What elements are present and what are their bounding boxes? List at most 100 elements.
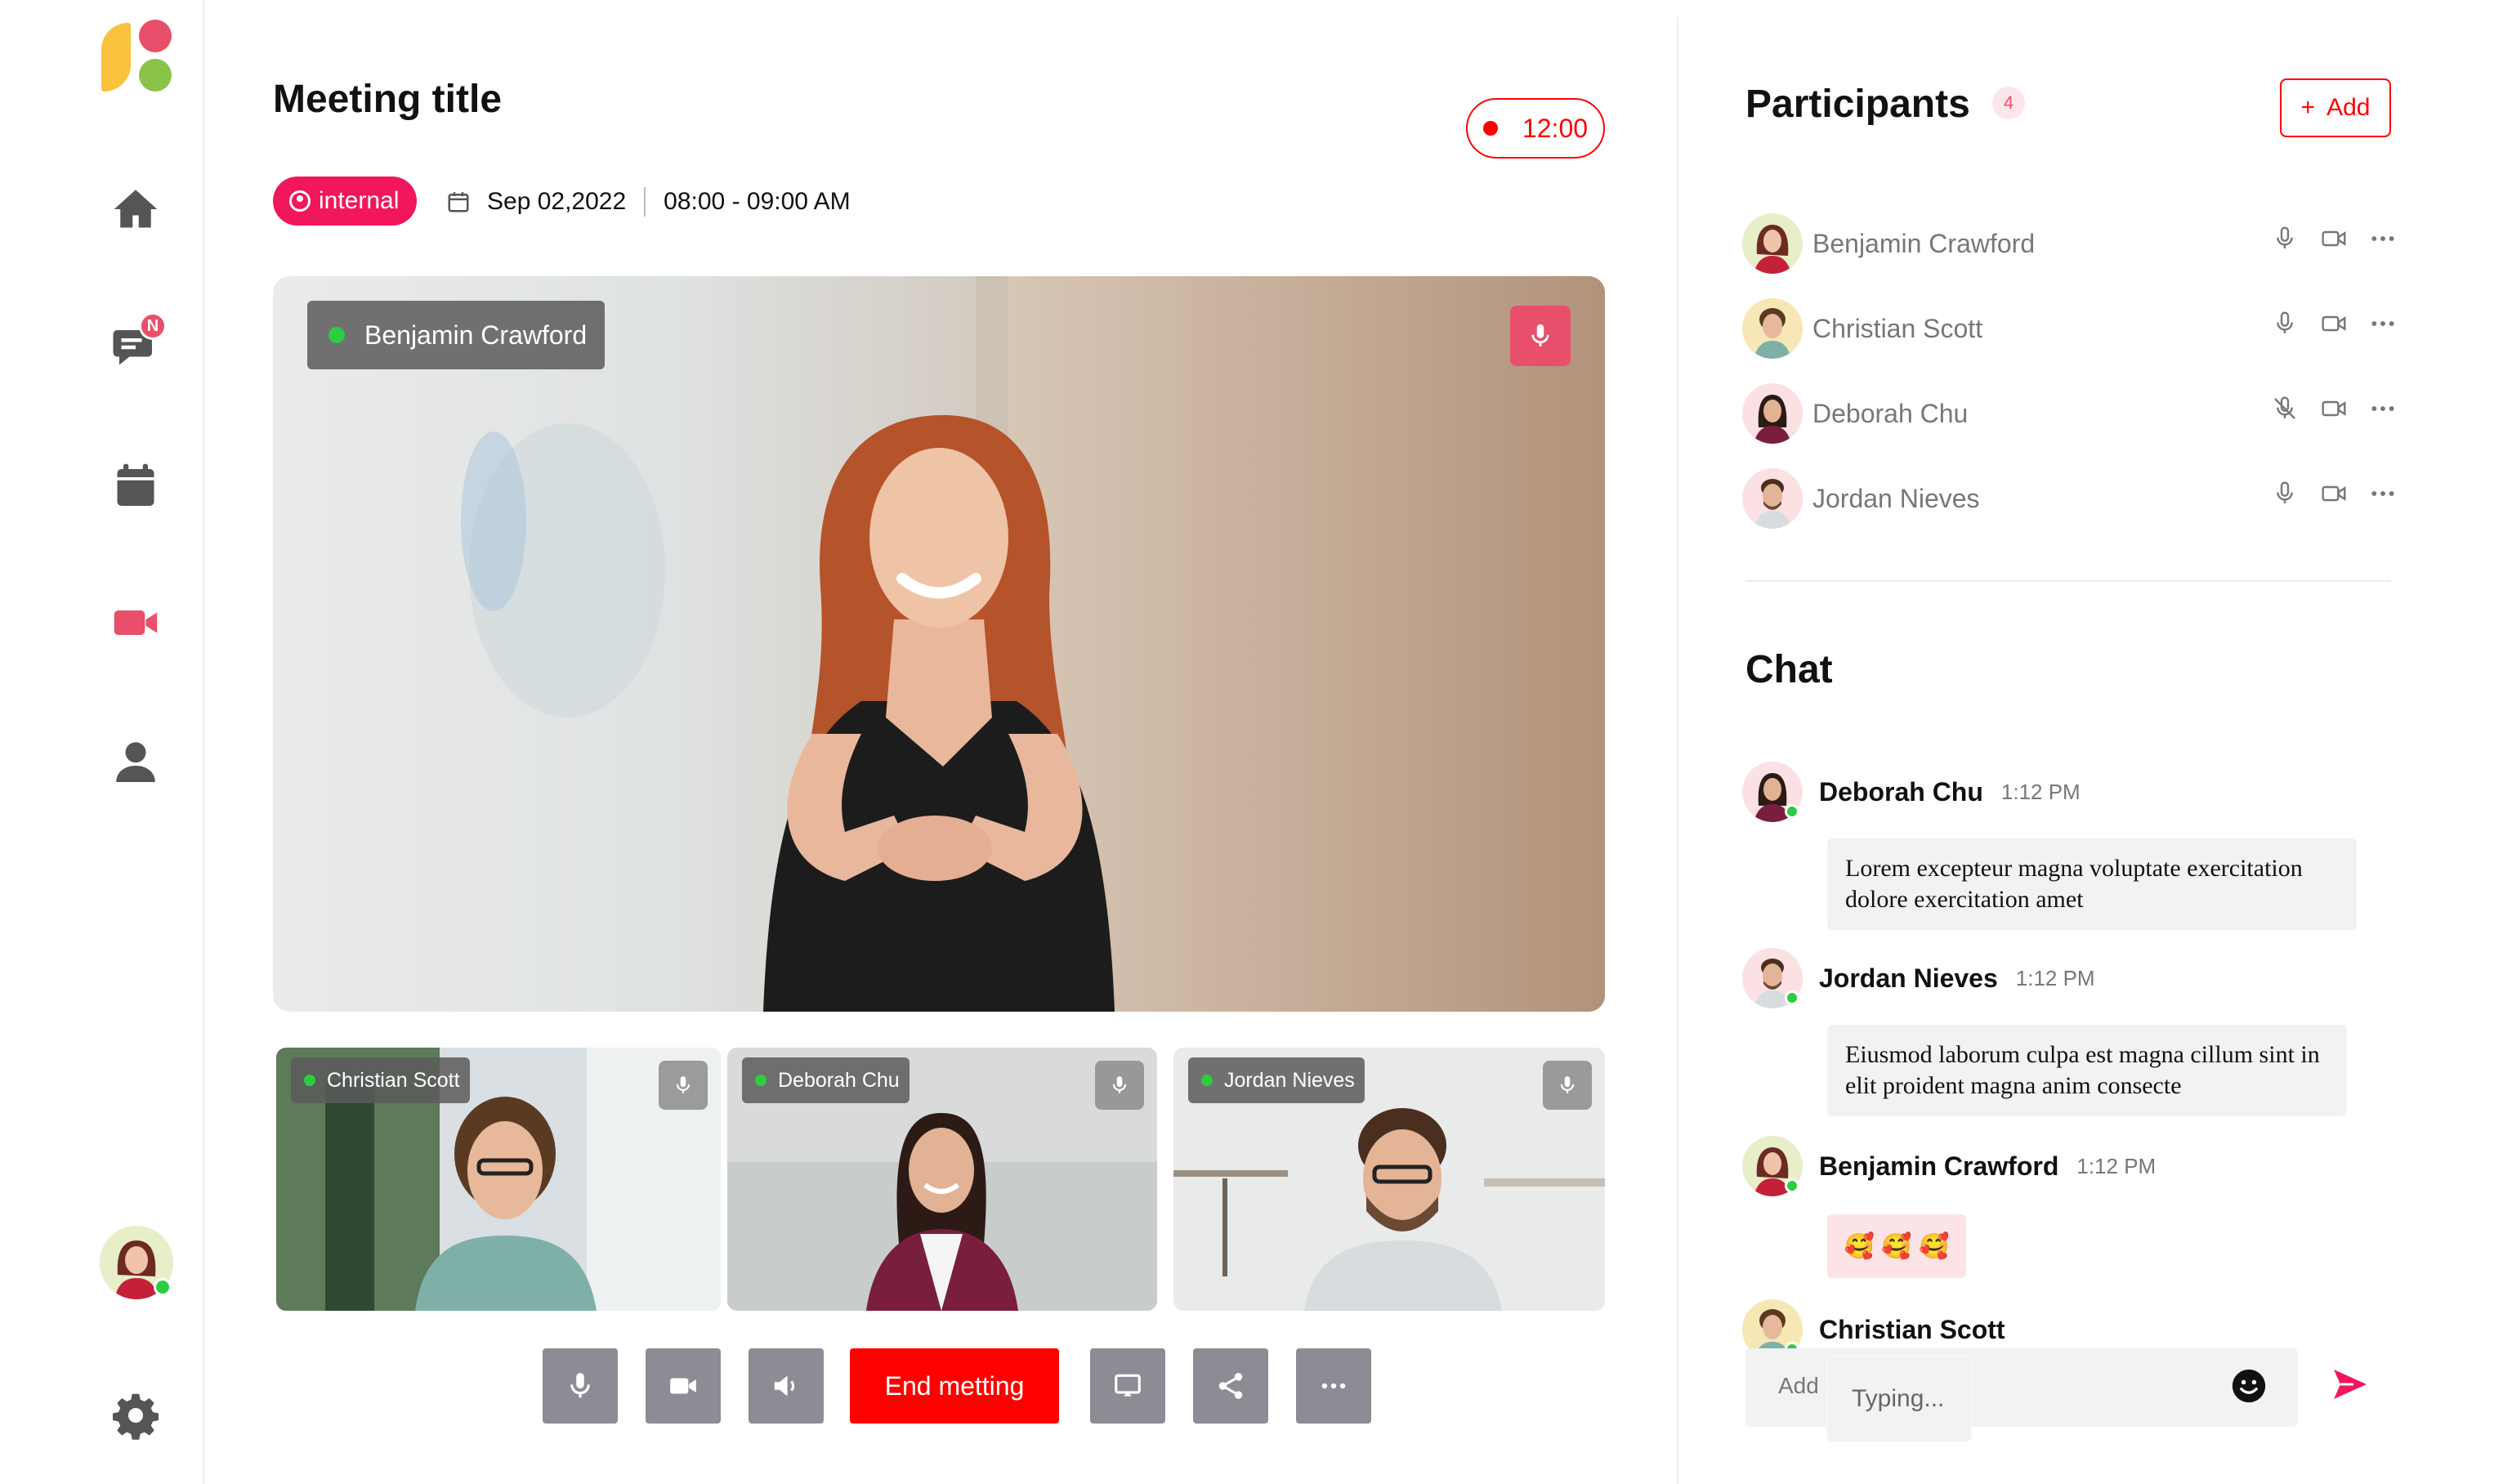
participant-row[interactable]: Christian Scott (1742, 286, 2396, 371)
meeting-time: 08:00 - 09:00 AM (664, 188, 851, 215)
chat-emoji-message: 🥰 🥰 🥰 (1827, 1214, 1966, 1278)
meeting-title: Meeting title (273, 78, 503, 121)
chat-sender: Jordan Nieves (1819, 963, 1998, 993)
chat-message-text: Lorem excepteur magna voluptate exercita… (1827, 838, 2357, 930)
camera-icon[interactable] (2321, 481, 2347, 507)
avatar (1742, 762, 1803, 822)
speaking-indicator (304, 1075, 315, 1086)
mic-icon (1531, 324, 1549, 346)
mic-toggle-button[interactable] (543, 1348, 618, 1424)
speaking-indicator (329, 327, 345, 343)
online-status-dot (1785, 990, 1799, 1005)
participant-name: Jordan Nieves (1812, 483, 1980, 513)
screen-share-button[interactable] (1090, 1348, 1165, 1424)
participant-mic-button[interactable] (659, 1061, 708, 1110)
more-options-button[interactable] (1296, 1348, 1371, 1424)
user-icon[interactable] (110, 735, 162, 788)
more-dots-icon[interactable] (2370, 311, 2396, 337)
camera-icon[interactable] (2321, 396, 2347, 422)
emoji-text: 🥰 🥰 🥰 (1844, 1232, 1950, 1260)
chat-message-header: Jordan Nieves 1:12 PM (1742, 948, 2095, 1008)
meeting-type-label: internal (319, 187, 400, 214)
participant-row[interactable]: Benjamin Crawford (1742, 201, 2396, 286)
participant-mic-button[interactable] (1095, 1061, 1144, 1110)
video-icon[interactable] (110, 597, 162, 649)
participant-name: Jordan Nieves (1224, 1068, 1355, 1092)
online-status-dot (1785, 1178, 1799, 1193)
participant-name: Christian Scott (1812, 313, 1983, 343)
mic-icon[interactable] (2272, 226, 2298, 252)
record-dot-icon (1482, 121, 1498, 136)
participant-name: Christian Scott (327, 1068, 460, 1092)
participant-video-christian[interactable]: Christian Scott (276, 1048, 721, 1311)
participant-video-deborah[interactable]: Deborah Chu (727, 1048, 1157, 1311)
add-label: Add (2326, 94, 2371, 121)
notification-badge: N (139, 312, 167, 340)
main-video-image (461, 276, 1605, 1012)
chat-icon[interactable]: N (110, 312, 167, 373)
sidebar: N (0, 0, 204, 1484)
screen-cast-icon (1115, 1374, 1141, 1397)
participant-row[interactable]: Deborah Chu (1742, 371, 2396, 456)
mic-icon (570, 1373, 590, 1398)
participant-name: Deborah Chu (778, 1068, 900, 1092)
participants-title: Participants (1745, 83, 1970, 126)
more-dots-icon (1321, 1383, 1346, 1389)
avatar (1742, 213, 1803, 274)
mic-muted-icon[interactable] (2272, 396, 2298, 422)
participant-name: Deborah Chu (1812, 398, 1969, 428)
speaker-name: Benjamin Crawford (364, 320, 588, 350)
meeting-date: Sep 02,2022 (487, 188, 627, 215)
share-button[interactable] (1193, 1348, 1268, 1424)
participants-count-badge: 4 (1992, 87, 2025, 119)
plus-icon: + (2300, 94, 2316, 121)
divider (644, 187, 646, 217)
recording-timer: 12:00 (1466, 98, 1605, 159)
emoji-smile-icon[interactable] (2231, 1368, 2267, 1404)
camera-icon[interactable] (2321, 311, 2347, 337)
send-icon[interactable] (2331, 1365, 2370, 1404)
speaker-name-chip: Benjamin Crawford (307, 301, 606, 369)
home-icon[interactable] (110, 183, 162, 235)
chat-time: 1:12 PM (2000, 779, 2081, 804)
online-status-dot (154, 1278, 172, 1296)
mic-icon (1112, 1076, 1127, 1093)
participant-row[interactable]: Jordan Nieves (1742, 456, 2396, 541)
participant-video-jordan[interactable]: Jordan Nieves (1173, 1048, 1605, 1311)
meeting-type-tag: internal (273, 177, 418, 226)
speaking-indicator (755, 1075, 767, 1086)
app-logo[interactable] (98, 18, 180, 95)
user-circle-icon (289, 190, 311, 212)
main-video-feed[interactable]: Benjamin Crawford (273, 276, 1605, 1012)
chat-title: Chat (1745, 648, 1833, 691)
mic-icon[interactable] (2272, 311, 2298, 337)
add-participant-button[interactable]: + Add (2280, 78, 2391, 137)
chat-sender: Christian Scott (1819, 1314, 2005, 1344)
chat-time: 1:12 PM (2076, 1153, 2157, 1178)
end-meeting-button[interactable]: End metting (850, 1348, 1059, 1424)
camera-toggle-button[interactable] (646, 1348, 721, 1424)
current-user-avatar[interactable] (100, 1226, 173, 1299)
more-dots-icon[interactable] (2370, 396, 2396, 422)
calendar-icon[interactable] (110, 459, 162, 512)
chat-message-header: Benjamin Crawford 1:12 PM (1742, 1136, 2156, 1196)
speaking-indicator (1201, 1075, 1213, 1086)
participant-name-chip: Jordan Nieves (1188, 1057, 1365, 1103)
speaker-mic-button[interactable] (1510, 306, 1571, 366)
mic-icon[interactable] (2272, 481, 2298, 507)
more-dots-icon[interactable] (2370, 481, 2396, 507)
more-dots-icon[interactable] (2370, 226, 2396, 252)
mic-icon (1560, 1076, 1575, 1093)
speaker-toggle-button[interactable] (749, 1348, 824, 1424)
panel-divider (1677, 16, 1678, 1484)
participant-mic-button[interactable] (1543, 1061, 1592, 1110)
timer-value: 12:00 (1522, 113, 1589, 143)
settings-icon[interactable] (110, 1389, 162, 1442)
avatar (1742, 948, 1803, 1008)
chat-input-wrapper (1827, 1357, 1971, 1442)
chat-input[interactable] (1827, 1357, 1971, 1442)
participant-name-chip: Christian Scott (291, 1057, 470, 1103)
avatar (1742, 383, 1803, 444)
calendar-small-icon (448, 192, 469, 212)
camera-icon[interactable] (2321, 226, 2347, 252)
